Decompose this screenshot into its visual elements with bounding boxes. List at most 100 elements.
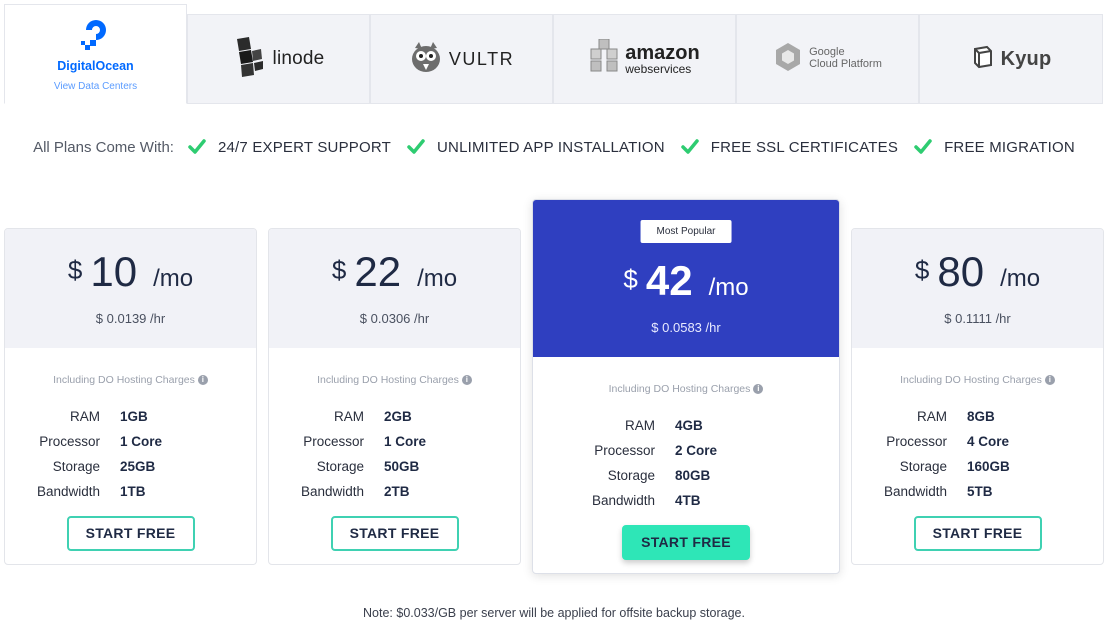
spec-key: RAM [625,418,655,433]
feature-label: FREE SSL CERTIFICATES [710,138,899,156]
spec-key: Processor [594,443,655,458]
price-currency: $ [67,255,83,285]
including-text: Including DO Hosting Charges [900,374,1042,386]
spec-row: Processor 4 Core [852,429,1103,454]
plan-price: $ 80 /mo [852,251,1103,293]
plan-card-popular: Most Popular $ 42 /mo $ 0.0583 /hr Inclu… [532,199,840,574]
start-free-button[interactable]: START FREE [66,516,195,551]
price-currency: $ [331,255,347,285]
spec-key: Bandwidth [883,484,947,499]
feature-item: UNLIMITED APP INSTALLATION [407,138,665,156]
spec-row: RAM 2GB [269,404,520,429]
spec-row: Storage 25GB [5,454,256,479]
provider-subname: webservices [625,62,692,76]
plan-header: $ 22 /mo $ 0.0306 /hr [269,229,520,348]
spec-key: Storage [899,459,947,474]
info-icon[interactable]: i [461,375,472,386]
spec-value: 80GB [675,468,711,483]
check-icon [914,139,932,154]
plan-card: $ 80 /mo $ 0.1111 /hr Including DO Hosti… [851,228,1104,565]
plan-specs: RAM 2GB Processor 1 Core Storage 50GB Bandw… [269,404,520,504]
info-icon[interactable]: i [753,384,764,395]
provider-name: VULTR [448,48,515,69]
provider-subname: Cloud Platform [809,58,882,70]
view-data-centers-link[interactable]: View Data Centers [54,81,137,92]
spec-key: Processor [886,434,947,449]
spec-key: Bandwidth [300,484,364,499]
including-note: Including DO Hosting Charges i [533,383,839,395]
including-note: Including DO Hosting Charges i [852,374,1103,386]
spec-row: Bandwidth 4TB [560,488,839,513]
price-period: /mo [1000,265,1041,292]
spec-key: Bandwidth [591,493,655,508]
vultr-logo-icon [409,40,443,79]
including-note: Including DO Hosting Charges i [5,374,256,386]
linode-logo-icon [233,36,267,82]
spec-row: Bandwidth 5TB [852,479,1103,504]
spec-row: RAM 1GB [5,404,256,429]
check-icon [407,139,425,154]
spec-row: Storage 80GB [560,463,839,488]
feature-label: UNLIMITED APP INSTALLATION [437,138,665,156]
price-amount: 22 [354,248,402,295]
pricing-page: DigitalOcean View Data Centers linode VU… [0,0,1108,624]
spec-row: Bandwidth 2TB [269,479,520,504]
start-free-button[interactable]: START FREE [330,516,459,551]
check-icon [188,139,206,154]
spec-key: RAM [70,409,100,424]
including-note: Including DO Hosting Charges i [269,374,520,386]
spec-value: 1GB [120,409,148,424]
spec-key: Processor [39,434,100,449]
spec-value: 1 Core [384,434,427,449]
price-currency: $ [914,255,930,285]
features-bar: All Plans Come With: 24/7 EXPERT SUPPORT… [0,138,1108,156]
spec-key: Bandwidth [36,484,100,499]
spec-value: 1TB [120,484,146,499]
tab-aws[interactable]: amazon webservices [553,14,736,104]
kyup-logo-icon [971,45,995,74]
price-amount: 10 [90,248,138,295]
start-free-button[interactable]: START FREE [622,525,750,560]
feature-item: FREE SSL CERTIFICATES [681,138,898,156]
tab-kyup[interactable]: Kyup [919,14,1103,104]
spec-value: 4GB [675,418,703,433]
price-period: /mo [708,274,749,301]
provider-name: DigitalOcean [57,59,134,73]
price-period: /mo [153,265,194,292]
spec-value: 1 Core [120,434,163,449]
spec-row: Bandwidth 1TB [5,479,256,504]
spec-row: RAM 4GB [560,413,839,438]
spec-key: Processor [303,434,364,449]
provider-name: Kyup [1000,47,1052,70]
start-free-button[interactable]: START FREE [913,516,1042,551]
spec-row: Storage 160GB [852,454,1103,479]
provider-name: linode [272,48,325,69]
spec-row: Storage 50GB [269,454,520,479]
spec-row: Processor 1 Core [5,429,256,454]
plan-specs: RAM 8GB Processor 4 Core Storage 160GB Band… [852,404,1103,504]
feature-label: 24/7 EXPERT SUPPORT [217,138,391,156]
spec-value: 2TB [384,484,410,499]
spec-value: 8GB [967,409,995,424]
backup-note: Note: $0.033/GB per server will be appli… [363,606,745,620]
tab-vultr[interactable]: VULTR [370,14,553,104]
plan-header: $ 80 /mo $ 0.1111 /hr [852,229,1103,348]
tab-digitalocean[interactable]: DigitalOcean View Data Centers [4,4,187,104]
spec-value: 5TB [967,484,993,499]
plan-price: $ 42 /mo [533,260,839,302]
tab-google-cloud[interactable]: Google Cloud Platform [736,14,919,104]
plan-header: $ 10 /mo $ 0.0139 /hr [5,229,256,348]
feature-label: FREE MIGRATION [944,138,1075,156]
price-amount: 42 [645,257,693,304]
plan-specs: RAM 4GB Processor 2 Core Storage 80GB Bandw… [533,413,839,513]
tab-linode[interactable]: linode [187,14,370,104]
price-currency: $ [623,264,638,294]
info-icon[interactable]: i [197,375,208,386]
hourly-price: $ 0.0139 /hr [95,311,166,326]
price-period: /mo [417,265,458,292]
spec-value: 2GB [384,409,412,424]
info-icon[interactable]: i [1044,375,1055,386]
gcp-logo-icon [773,42,803,77]
aws-logo-icon [589,38,619,80]
provider-tabs: DigitalOcean View Data Centers linode VU… [4,4,1103,104]
